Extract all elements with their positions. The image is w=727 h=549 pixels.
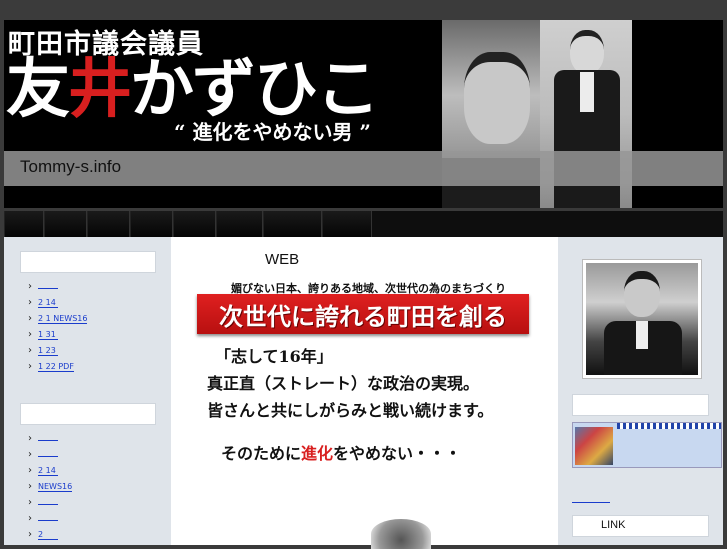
main-navigation xyxy=(4,211,723,237)
message-1: 「志して16年」 xyxy=(215,347,333,366)
link-widget-header: LINK xyxy=(572,515,709,537)
nav-item-2[interactable] xyxy=(44,211,87,237)
list-item[interactable]: 1 23 xyxy=(28,343,87,359)
sidebar-widget-header-3 xyxy=(572,394,709,416)
list-item[interactable] xyxy=(28,495,72,511)
link-label: LINK xyxy=(601,519,626,531)
list-item[interactable] xyxy=(28,447,72,463)
list-item[interactable]: 1 31 xyxy=(28,327,87,343)
nav-item-4[interactable] xyxy=(130,211,173,237)
site-url[interactable]: Tommy-s.info xyxy=(20,157,121,177)
message-4: そのために進化をやめない・・・ xyxy=(221,444,462,463)
nav-item-1[interactable] xyxy=(4,211,44,237)
sidebar-list-2: 2 14 NEWS16 2 xyxy=(28,431,73,543)
red-banner: 次世代に誇れる町田を創る xyxy=(197,294,529,334)
sidebar-list-1: 2 14 2 1 NEWS16 1 31 1 23 1 22 PDF xyxy=(28,279,88,375)
message-3: 皆さんと共にしがらみと戦い続けます。 xyxy=(207,401,494,420)
header-name: 友井かずひこ xyxy=(6,58,380,122)
nav-item-7[interactable] xyxy=(263,211,322,237)
message-2: 真正直（ストレート）な政治の実現。 xyxy=(207,374,480,393)
banner-link[interactable] xyxy=(572,422,722,468)
name-part-2: 井 xyxy=(68,52,132,127)
list-item[interactable]: 2 1 NEWS16 xyxy=(28,311,88,327)
sidebar-widget-header-1 xyxy=(20,251,156,273)
list-item[interactable] xyxy=(28,279,87,295)
nav-item-5[interactable] xyxy=(173,211,216,237)
list-item[interactable]: NEWS16 xyxy=(28,479,73,495)
left-sidebar: 2 14 2 1 NEWS16 1 31 1 23 1 22 PDF 2 14 … xyxy=(4,237,171,545)
header-slogan: “ 進化をやめない男 ” xyxy=(174,120,371,144)
sidebar-link[interactable] xyxy=(572,497,610,503)
right-sidebar: LINK xyxy=(558,237,723,545)
site-header: 町田市議会議員 友井かずひこ “ 進化をやめない男 ” Tommy-s.info xyxy=(4,20,723,208)
list-item[interactable] xyxy=(28,431,72,447)
content-area: 2 14 2 1 NEWS16 1 31 1 23 1 22 PDF 2 14 … xyxy=(4,237,723,549)
top-bar xyxy=(0,0,727,20)
name-part-1: 友 xyxy=(6,52,70,127)
list-item[interactable]: 1 22 PDF xyxy=(28,359,87,375)
main-column: WEB 媚びない日本、誇りある地域、次世代の為のまちづくり 次世代に誇れる町田を… xyxy=(171,237,558,549)
profile-photo xyxy=(582,259,702,379)
list-item[interactable]: 2 14 xyxy=(28,295,87,311)
nav-item-6[interactable] xyxy=(216,211,263,237)
list-item[interactable]: 2 14 xyxy=(28,463,72,479)
banner-text: 次世代に誇れる町田を創る xyxy=(219,302,507,331)
web-label: WEB xyxy=(265,251,300,268)
list-item[interactable]: 2 xyxy=(28,527,72,543)
list-item[interactable] xyxy=(28,511,72,527)
nav-item-8[interactable] xyxy=(322,211,372,237)
sidebar-widget-header-2 xyxy=(20,403,156,425)
nav-item-3[interactable] xyxy=(87,211,130,237)
